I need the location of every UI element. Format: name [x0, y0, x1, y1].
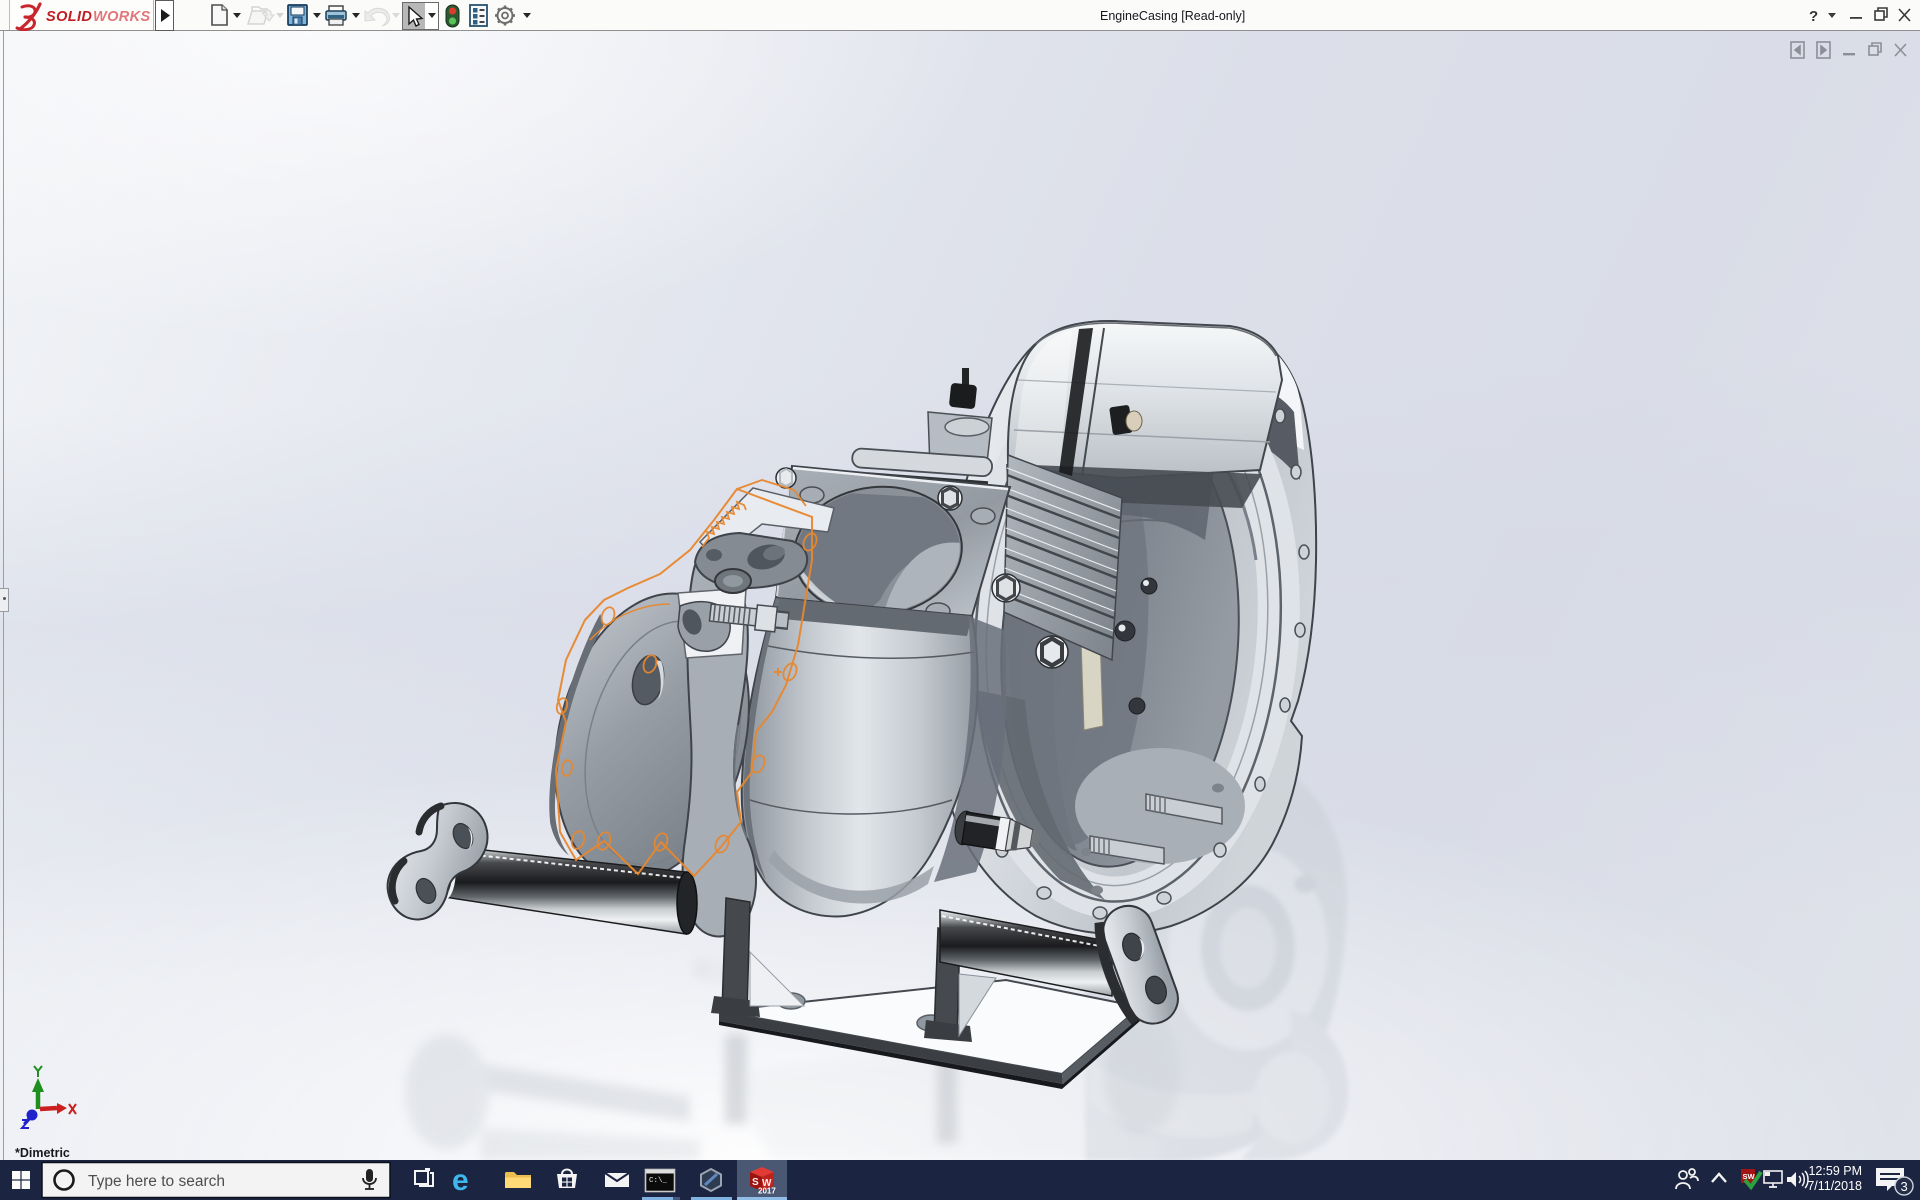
svg-text:SOLID: SOLID [46, 9, 92, 25]
svg-text:2017: 2017 [758, 1187, 776, 1196]
svg-text:3: 3 [1901, 1179, 1908, 1194]
svg-text:C:\_: C:\_ [649, 1177, 668, 1185]
svg-text:Type here to search: Type here to search [88, 1173, 225, 1190]
svg-text:e: e [452, 1164, 469, 1197]
svg-text:WORKS: WORKS [93, 9, 151, 25]
svg-text:?: ? [1809, 8, 1818, 25]
